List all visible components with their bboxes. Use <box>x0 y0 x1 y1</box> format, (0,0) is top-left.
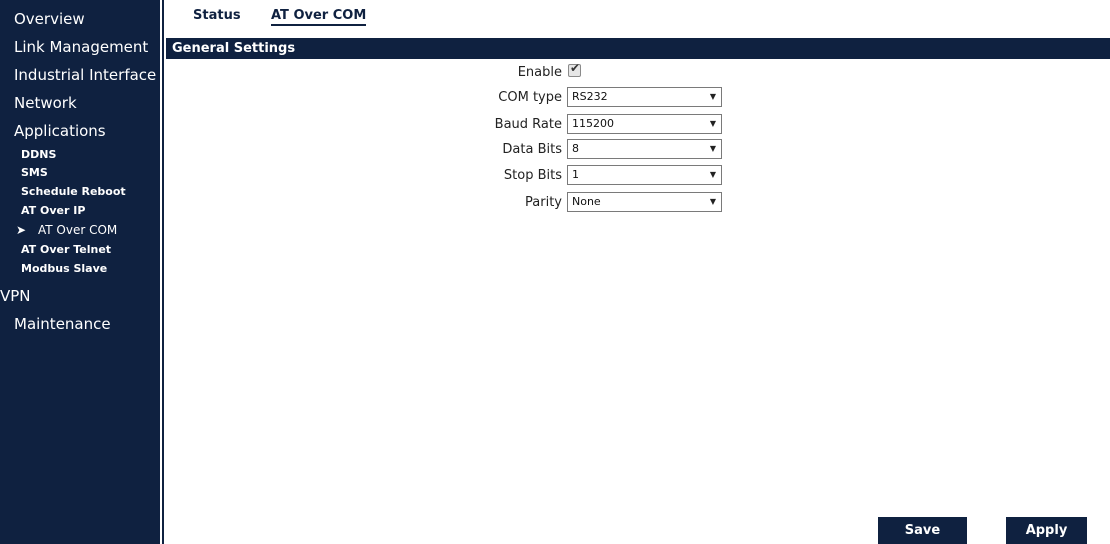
sidebar-item-vpn[interactable]: VPN <box>0 284 160 308</box>
tab-status[interactable]: Status <box>193 8 241 23</box>
baud-rate-row: Baud Rate 115200 ▼ <box>400 114 730 136</box>
chevron-down-icon: ▼ <box>709 197 716 206</box>
baud-rate-label: Baud Rate <box>494 117 562 132</box>
data-bits-value: 8 <box>572 142 579 155</box>
save-button[interactable]: Save <box>878 517 967 544</box>
parity-select[interactable]: None ▼ <box>567 192 722 212</box>
chevron-down-icon: ▼ <box>709 170 716 179</box>
sidebar-item-link-management[interactable]: Link Management <box>0 35 160 59</box>
stop-bits-label: Stop Bits <box>503 168 562 183</box>
sidebar-subitem-schedule-reboot[interactable]: Schedule Reboot <box>0 183 160 201</box>
chevron-down-icon: ▼ <box>709 92 716 101</box>
enable-row: Enable ✔ <box>400 61 730 84</box>
sidebar-subitem-at-over-ip[interactable]: AT Over IP <box>0 202 160 220</box>
baud-rate-value: 115200 <box>572 117 614 130</box>
sidebar-subitem-at-over-telnet[interactable]: AT Over Telnet <box>0 241 160 259</box>
sidebar-item-applications[interactable]: Applications <box>0 119 160 143</box>
sidebar-item-network[interactable]: Network <box>0 91 160 115</box>
data-bits-select[interactable]: 8 ▼ <box>567 139 722 159</box>
tab-bar: Status AT Over COM <box>164 0 1110 31</box>
parity-label: Parity <box>525 195 562 210</box>
sidebar-item-maintenance[interactable]: Maintenance <box>0 312 160 336</box>
sidebar-divider <box>162 0 164 544</box>
com-type-value: RS232 <box>572 90 608 103</box>
sidebar-item-industrial-interface[interactable]: Industrial Interface <box>0 63 160 87</box>
sidebar-subitem-sms[interactable]: SMS <box>0 164 160 182</box>
stop-bits-value: 1 <box>572 168 579 181</box>
sidebar-item-overview[interactable]: Overview <box>0 7 160 31</box>
sidebar-subitem-modbus-slave[interactable]: Modbus Slave <box>0 260 160 278</box>
sidebar-subitem-at-over-com[interactable]: ➤ AT Over COM <box>0 221 160 239</box>
enable-label: Enable <box>517 65 562 80</box>
data-bits-row: Data Bits 8 ▼ <box>400 139 730 161</box>
parity-value: None <box>572 195 601 208</box>
com-type-select[interactable]: RS232 ▼ <box>567 87 722 107</box>
checkmark-icon: ✔ <box>570 61 581 75</box>
tab-at-over-com[interactable]: AT Over COM <box>271 8 367 26</box>
sidebar-subitem-ddns[interactable]: DDNS <box>0 146 160 164</box>
com-type-row: COM type RS232 ▼ <box>400 87 730 109</box>
stop-bits-select[interactable]: 1 ▼ <box>567 165 722 185</box>
com-type-label: COM type <box>498 90 562 105</box>
section-header: General Settings <box>166 38 1110 59</box>
parity-row: Parity None ▼ <box>400 192 730 214</box>
enable-checkbox[interactable]: ✔ <box>568 61 581 77</box>
baud-rate-select[interactable]: 115200 ▼ <box>567 114 722 134</box>
data-bits-label: Data Bits <box>502 142 562 157</box>
stop-bits-row: Stop Bits 1 ▼ <box>400 165 730 187</box>
chevron-down-icon: ▼ <box>709 119 716 128</box>
sidebar-nav: Overview Link Management Industrial Inte… <box>0 0 161 544</box>
apply-button[interactable]: Apply <box>1006 517 1087 544</box>
arrow-right-icon: ➤ <box>16 223 27 237</box>
chevron-down-icon: ▼ <box>709 144 716 153</box>
sidebar-subitem-label: AT Over COM <box>38 223 118 237</box>
